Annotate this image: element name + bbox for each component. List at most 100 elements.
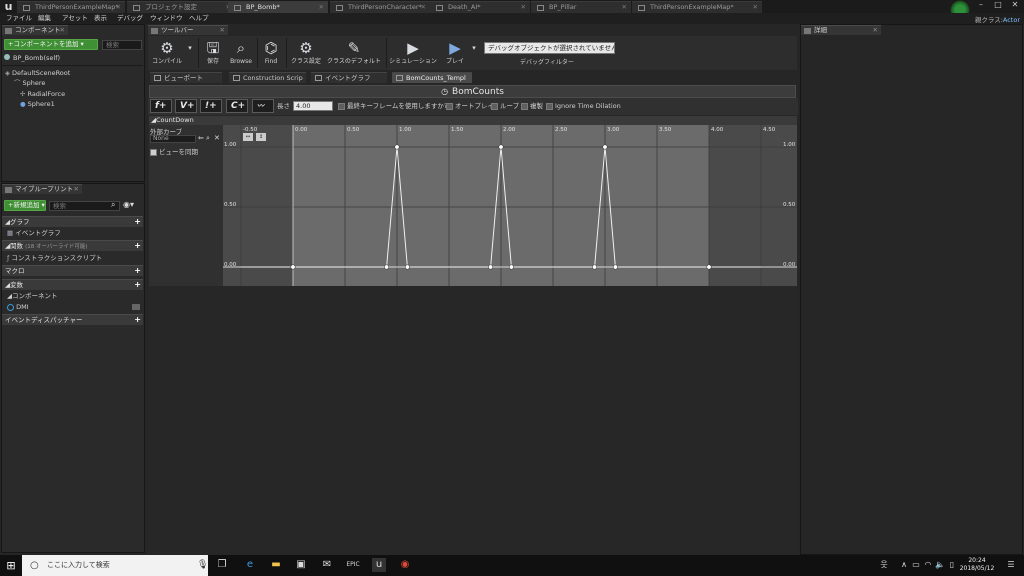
- autoplay-option[interactable]: オートプレイ: [446, 102, 494, 111]
- category-graphs[interactable]: ◢グラフ +: [2, 216, 143, 227]
- track-header[interactable]: ◢CountDown: [149, 116, 797, 125]
- add-component-button[interactable]: +コンポーネントを追加 ▾: [4, 39, 98, 50]
- add-graph-icon[interactable]: +: [134, 217, 141, 227]
- close-tab-icon[interactable]: ✕: [220, 26, 225, 35]
- document-tab[interactable]: Death_AI* ✕: [430, 1, 530, 13]
- menu-item[interactable]: 表示: [94, 13, 107, 24]
- close-tab-icon[interactable]: ✕: [421, 2, 426, 13]
- loop-option[interactable]: ループ: [491, 102, 519, 111]
- toolbar-tab[interactable]: ツールバー ✕: [148, 25, 228, 35]
- use-last-keyframe-option[interactable]: 最終キーフレームを使用しますか?: [338, 102, 447, 111]
- add-macro-icon[interactable]: +: [134, 266, 141, 276]
- menu-item[interactable]: ファイル: [6, 13, 32, 24]
- file-explorer-icon[interactable]: ▬: [269, 558, 283, 572]
- compile-options-dropdown[interactable]: ▾: [185, 38, 195, 68]
- external-curve-field[interactable]: None: [150, 135, 196, 143]
- close-tab-icon[interactable]: ✕: [521, 2, 526, 13]
- sync-view-option[interactable]: ビューを同期: [150, 146, 198, 156]
- add-external-curve-button[interactable]: 〰: [252, 99, 274, 113]
- edge-browser-icon[interactable]: e: [243, 558, 257, 572]
- add-function-icon[interactable]: +: [134, 241, 141, 251]
- document-tab[interactable]: ThirdPersonCharacter* ✕: [330, 1, 430, 13]
- tree-item-radialforce[interactable]: ✢ RadialForce: [20, 89, 65, 99]
- ignore-time-dilation-option[interactable]: Ignore Time Dilation: [546, 102, 621, 111]
- editor-subtab[interactable]: Construction Scrip: [229, 72, 306, 83]
- maximize-icon[interactable]: □: [990, 0, 1006, 10]
- document-tab[interactable]: BP_Pillar ✕: [531, 1, 631, 13]
- close-tab-icon[interactable]: ✕: [116, 2, 121, 13]
- menu-item[interactable]: 編集: [38, 13, 51, 24]
- use-last-keyframe-checkbox[interactable]: [338, 102, 345, 110]
- category-variables[interactable]: ◢変数 +: [2, 279, 143, 290]
- add-color-track-button[interactable]: C+: [226, 99, 248, 113]
- compile-button[interactable]: ⚙ コンパイル: [149, 38, 185, 68]
- add-new-button[interactable]: +新規追加 ▾: [4, 200, 46, 211]
- browse-button[interactable]: ⌕ Browse: [227, 38, 255, 68]
- save-button[interactable]: 🖫 保存: [201, 38, 225, 68]
- use-selected-asset-icon[interactable]: ⇐: [198, 134, 204, 142]
- document-tab[interactable]: ThirdPersonExampleMap* ✕: [632, 1, 762, 13]
- close-window-icon[interactable]: ✕: [1007, 0, 1023, 10]
- clear-curve-icon[interactable]: ✕: [214, 134, 220, 142]
- loop-checkbox[interactable]: [491, 102, 498, 110]
- menu-item[interactable]: アセット: [62, 13, 88, 24]
- menu-item[interactable]: ウィンドウ: [150, 13, 183, 24]
- taskbar-clock[interactable]: 20:24 2018/05/12: [957, 557, 997, 573]
- document-tab[interactable]: プロジェクト設定✕: [127, 1, 235, 13]
- self-item[interactable]: BP_Bomb(self): [4, 53, 60, 63]
- visibility-icon[interactable]: [132, 304, 140, 310]
- zoom-to-fit-vertical-icon[interactable]: ↕: [256, 133, 266, 141]
- search-icon[interactable]: ⌕: [111, 200, 115, 210]
- ignore-time-dilation-checkbox[interactable]: [546, 102, 553, 110]
- components-search-input[interactable]: 検索: [102, 40, 142, 50]
- autoplay-checkbox[interactable]: [446, 102, 453, 110]
- find-button[interactable]: ⌬ Find: [259, 38, 283, 68]
- play-options-dropdown[interactable]: ▾: [469, 38, 479, 68]
- mail-icon[interactable]: ✉: [320, 558, 334, 572]
- document-tab[interactable]: ThirdPersonExampleMap* ✕: [17, 1, 125, 13]
- item-construction-script[interactable]: ƒ コンストラクションスクリプト: [2, 253, 143, 263]
- parent-class-value[interactable]: Actor: [1003, 16, 1020, 24]
- tree-item-defaultsceneroot[interactable]: ◈ DefaultSceneRoot: [5, 68, 70, 78]
- zoom-to-fit-horizontal-icon[interactable]: ↔: [243, 133, 253, 141]
- item-event-graph[interactable]: ▦ イベントグラフ: [2, 228, 143, 238]
- simulation-button[interactable]: ▶ シミュレーション: [388, 38, 438, 68]
- tree-item-sphere1[interactable]: ● Sphere1: [20, 99, 55, 109]
- menu-item[interactable]: ヘルプ: [189, 13, 209, 24]
- windows-start-icon[interactable]: ⊞: [0, 555, 22, 576]
- item-components-group[interactable]: ◢コンポーネント: [2, 291, 143, 301]
- length-input[interactable]: 4.00: [293, 101, 333, 111]
- close-tab-icon[interactable]: ✕: [74, 185, 79, 194]
- unreal-editor-taskbar-icon[interactable]: u: [372, 558, 386, 572]
- close-tab-icon[interactable]: ✕: [873, 26, 878, 35]
- chrome-icon[interactable]: ◉: [398, 558, 412, 572]
- epic-launcher-icon[interactable]: EPIC: [346, 558, 360, 572]
- people-icon[interactable]: 웃: [877, 558, 891, 572]
- curve-graph[interactable]: -0.50 0.00 0.50 1.00 1.50 2.00 2.50 3.00 3.50 4.0…: [223, 125, 797, 286]
- class-settings-button[interactable]: ⚙ クラス設定: [288, 38, 324, 68]
- category-event-dispatchers[interactable]: イベントディスパッチャー +: [2, 314, 143, 325]
- notifications-icon[interactable]: ☰: [1004, 558, 1018, 572]
- close-tab-icon[interactable]: ✕: [622, 2, 627, 13]
- myblueprint-search-input[interactable]: 検索: [49, 201, 120, 211]
- category-functions[interactable]: ◢関数 (18 オーバーライド可能) +: [2, 240, 143, 251]
- document-tab[interactable]: BP_Bomb* ✕: [228, 1, 328, 13]
- components-tab[interactable]: コンポーネント ✕: [2, 25, 68, 35]
- myblueprint-tab[interactable]: マイブループリント ✕: [2, 184, 82, 194]
- browse-asset-icon[interactable]: ⌕: [206, 134, 210, 143]
- taskbar-search-input[interactable]: ○ ここに入力して検索 🎙: [22, 555, 208, 576]
- add-event-track-button[interactable]: !+: [200, 99, 222, 113]
- store-icon[interactable]: ▣: [294, 558, 308, 572]
- editor-subtab[interactable]: イベントグラフ: [311, 72, 387, 83]
- replicated-checkbox[interactable]: [521, 102, 528, 110]
- menu-item[interactable]: デバッグ: [117, 13, 143, 24]
- tree-item-sphere[interactable]: ⌒ Sphere: [14, 78, 45, 88]
- add-vector-track-button[interactable]: V+: [175, 99, 197, 113]
- close-tab-icon[interactable]: ✕: [60, 26, 65, 35]
- debug-object-dropdown[interactable]: デバッグオブジェクトが選択されていません ▾: [484, 42, 615, 54]
- play-button[interactable]: ▶ プレイ: [441, 38, 469, 68]
- item-dmi-variable[interactable]: DMI: [2, 302, 143, 312]
- add-variable-icon[interactable]: +: [134, 280, 141, 290]
- microphone-icon[interactable]: 🎙: [197, 555, 208, 576]
- replicated-option[interactable]: 複製: [521, 102, 543, 111]
